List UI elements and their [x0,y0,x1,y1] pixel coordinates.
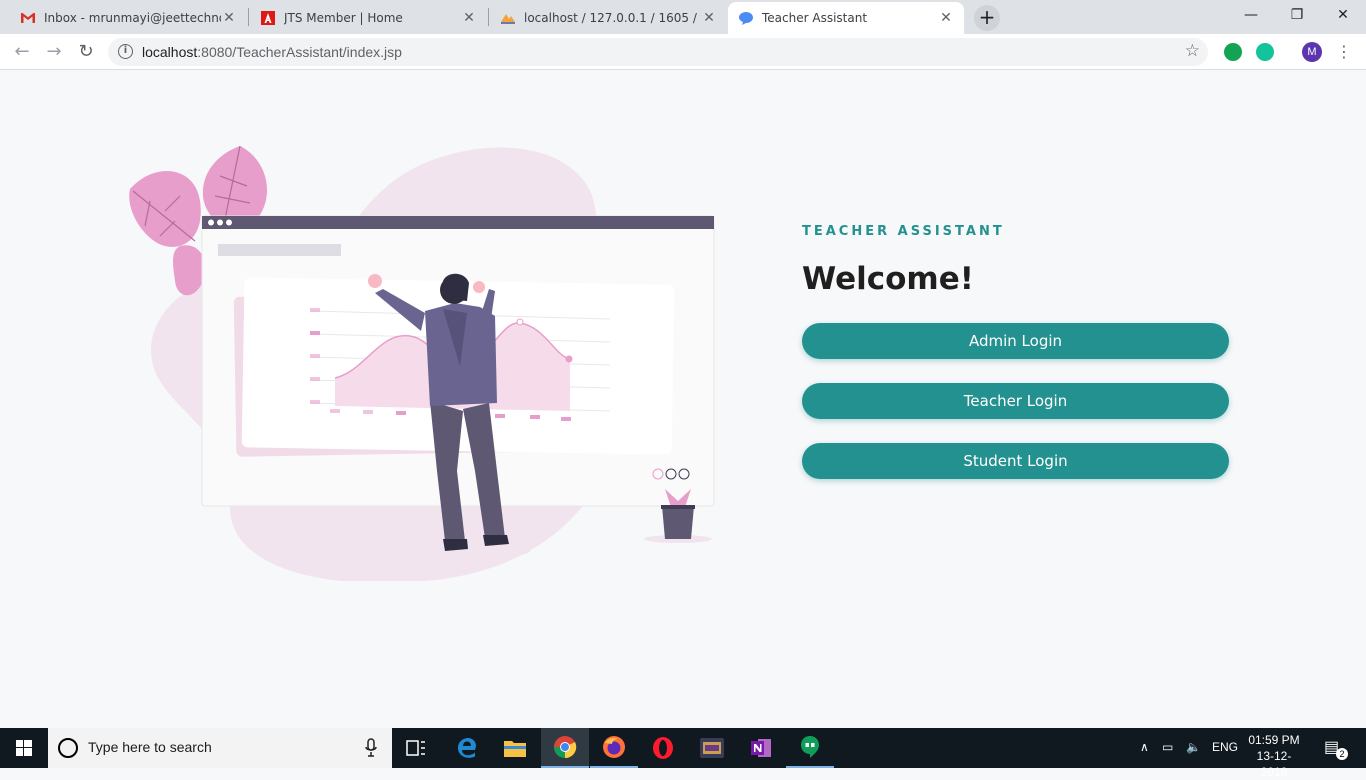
volume-muted-icon[interactable]: 🔈 [1186,740,1201,754]
tab-teacher-assistant[interactable]: Teacher Assistant ✕ [728,2,964,34]
taskbar-edge[interactable] [443,728,491,768]
taskbar-firefox[interactable] [590,728,638,768]
folder-icon [504,741,526,757]
close-icon[interactable]: ✕ [938,10,954,26]
menu-icon[interactable]: ⋮ [1336,42,1352,61]
app-brand-label: TEACHER ASSISTANT [802,224,1005,239]
back-button[interactable]: ← [10,40,34,64]
info-icon[interactable]: i [118,44,133,59]
close-icon[interactable]: ✕ [221,10,237,26]
network-icon[interactable]: ▭ [1162,740,1173,754]
tab-title: JTS Member | Home [284,11,403,25]
bookmark-star-icon[interactable]: ☆ [1185,41,1200,61]
forward-button[interactable]: → [42,40,66,64]
taskbar-hangouts[interactable] [786,728,834,768]
hangouts-icon [801,736,819,758]
taskbar-opera[interactable] [639,728,687,768]
input-language-indicator[interactable]: ENG [1212,740,1238,754]
url-host: localhost [142,44,198,60]
url-text[interactable]: localhost:8080/TeacherAssistant/index.js… [142,44,402,60]
tab-title: localhost / 127.0.0.1 / 1605 / foru [524,11,701,25]
tab-separator [488,8,489,26]
close-icon[interactable]: ✕ [701,10,717,26]
browser-toolbar: ← → ↻ i localhost:8080/TeacherAssistant/… [0,34,1366,70]
system-clock[interactable]: 01:59 PM 13-12-2018 [1246,732,1302,780]
start-button[interactable] [0,728,48,768]
taskbar-game-app[interactable] [688,728,736,768]
firefox-icon [603,736,625,758]
task-view-icon [406,740,425,756]
chrome-icon [554,736,577,759]
search-placeholder: Type here to search [88,739,212,755]
cortana-icon[interactable] [58,738,78,758]
address-bar[interactable]: i localhost:8080/TeacherAssistant/index.… [108,38,1208,66]
tab-phpmyadmin[interactable]: localhost / 127.0.0.1 / 1605 / foru ✕ [490,2,727,34]
taskbar-chrome[interactable] [541,728,589,768]
tab-inbox[interactable]: Inbox - mrunmayi@jeettechnoso ✕ [10,2,247,34]
gmail-icon [21,13,35,23]
opera-icon [653,737,673,759]
clock-time: 01:59 PM [1248,733,1300,747]
notification-count-badge: 2 [1336,748,1348,760]
grammarly-extension-icon[interactable] [1256,43,1274,61]
windows-taskbar: Type here to search ∧ ▭ 🔈 ENG 01:59 PM 1… [0,728,1366,779]
dashboard-illustration [129,145,715,581]
show-hidden-icons-button[interactable]: ∧ [1140,740,1149,754]
tab-separator [248,8,249,26]
close-window-button[interactable]: ✕ [1320,0,1366,30]
page-content: TEACHER ASSISTANT Welcome! Admin Login T… [0,71,1366,728]
tab-title: Inbox - mrunmayi@jeettechnoso [44,11,221,25]
student-login-button[interactable]: Student Login [802,443,1229,479]
clock-date: 13-12-2018 [1256,749,1292,779]
tab-title: Teacher Assistant [762,11,868,25]
taskbar-file-explorer[interactable] [491,728,539,768]
teacher-login-button[interactable]: Teacher Login [802,383,1229,419]
taskbar-onenote[interactable] [737,728,785,768]
tab-jts-member[interactable]: JTS Member | Home ✕ [250,2,487,34]
welcome-heading: Welcome! [802,261,974,297]
edge-icon [458,738,476,758]
task-view-button[interactable] [392,728,440,768]
angular-icon [261,11,275,25]
reload-button[interactable]: ↻ [74,40,98,64]
chat-bubble-icon [739,12,753,25]
onenote-icon [751,739,771,757]
hangouts-extension-icon[interactable] [1224,43,1242,61]
restore-button[interactable]: ❐ [1274,0,1320,30]
minimize-button[interactable]: — [1228,0,1274,30]
new-tab-button[interactable]: + [974,5,1000,31]
close-icon[interactable]: ✕ [461,10,477,26]
admin-login-button[interactable]: Admin Login [802,323,1229,359]
url-path: :8080/TeacherAssistant/index.jsp [197,44,402,60]
taskbar-search-box[interactable]: Type here to search [48,728,392,768]
microphone-icon[interactable] [364,738,378,758]
browser-tab-strip: Inbox - mrunmayi@jeettechnoso ✕ JTS Memb… [0,0,1366,34]
profile-avatar[interactable]: M [1302,42,1322,62]
game-app-icon [700,738,724,758]
phpmyadmin-icon [501,14,515,24]
windows-logo-icon [16,740,32,756]
